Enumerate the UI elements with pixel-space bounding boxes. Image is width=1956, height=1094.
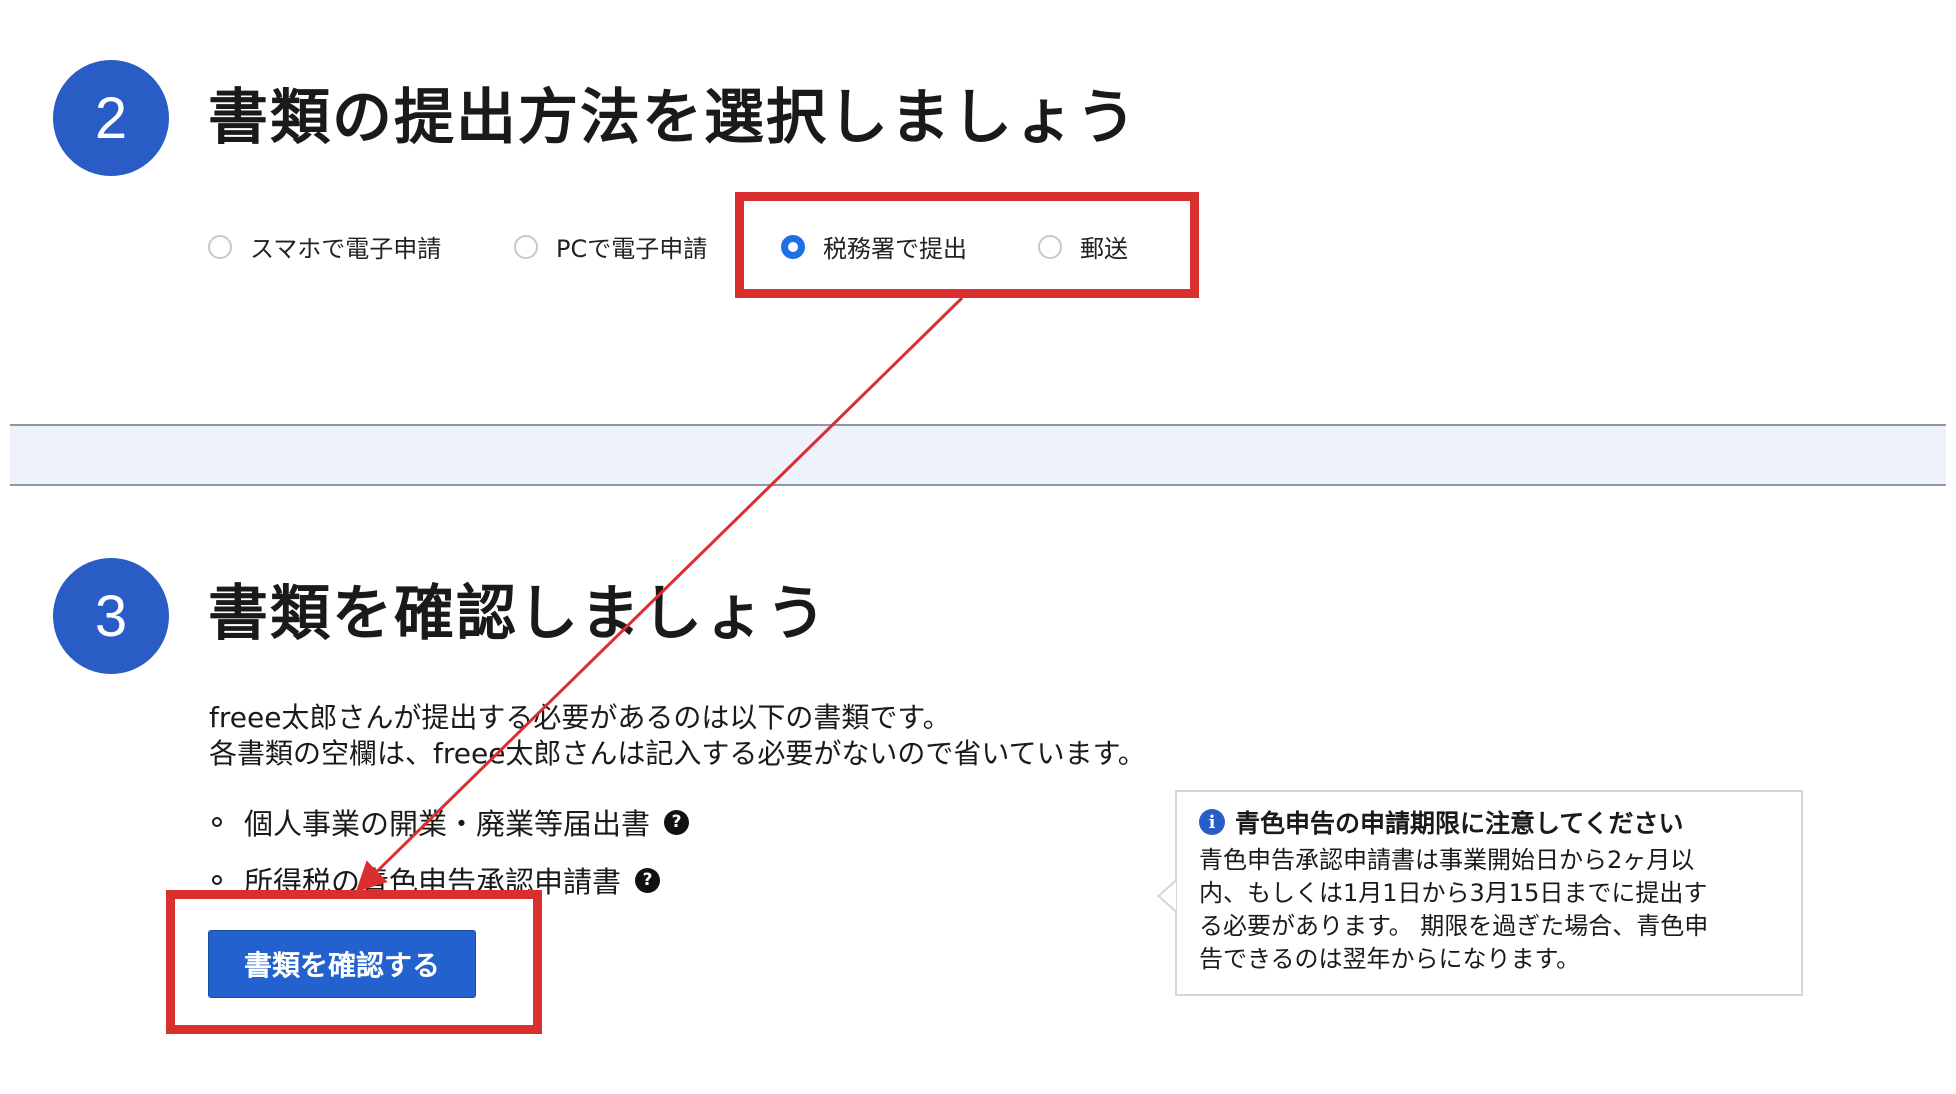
documents-description-line-1: freee太郎さんが提出する必要があるのは以下の書類です。 bbox=[209, 701, 951, 734]
bullet-icon bbox=[212, 817, 222, 827]
highlight-box-confirm-button bbox=[166, 890, 542, 1034]
step-3-number: 3 bbox=[94, 583, 128, 649]
notice-body: 青色申告承認申請書は事業開始日から2ヶ月以 内、もしくは1月1日から3月15日ま… bbox=[1199, 846, 1709, 973]
radio-label-smartphone: スマホで電子申請 bbox=[250, 235, 442, 263]
notice-title-row: i 青色申告の申請期限に注意してください bbox=[1199, 804, 1781, 840]
document-item: 個人事業の開業・廃業等届出書 ? bbox=[212, 801, 690, 843]
step-3-title: 書類を確認しましょう bbox=[208, 579, 828, 649]
radio-circle-pc[interactable] bbox=[514, 234, 538, 259]
step-3-badge: 3 bbox=[53, 558, 169, 674]
notice-title: 青色申告の申請期限に注意してください bbox=[1235, 809, 1684, 838]
documents-description-line-2: 各書類の空欄は、freee太郎さんは記入する必要がないので省いています。 bbox=[209, 737, 1146, 770]
radio-option-smartphone[interactable]: スマホで電子申請 bbox=[208, 229, 441, 264]
section-divider bbox=[10, 424, 1946, 486]
radio-option-pc[interactable]: PCで電子申請 bbox=[514, 229, 707, 264]
step-2-title: 書類の提出方法を選択しましょう bbox=[208, 83, 1138, 153]
highlight-box-submission-method bbox=[735, 192, 1199, 298]
blue-return-deadline-notice: i 青色申告の申請期限に注意してください 青色申告承認申請書は事業開始日から2ヶ… bbox=[1175, 790, 1803, 996]
info-box-pointer-fill bbox=[1160, 882, 1176, 910]
help-icon[interactable]: ? bbox=[664, 809, 690, 835]
documents-description: freee太郎さんが提出する必要があるのは以下の書類です。 各書類の空欄は、fr… bbox=[209, 700, 1146, 772]
radio-label-pc: PCで電子申請 bbox=[556, 235, 708, 263]
help-icon[interactable]: ? bbox=[635, 867, 661, 893]
info-icon: i bbox=[1199, 809, 1225, 835]
radio-circle-smartphone[interactable] bbox=[208, 234, 232, 259]
step-2-number: 2 bbox=[94, 85, 128, 151]
document-item-label: 個人事業の開業・廃業等届出書 bbox=[244, 807, 651, 841]
step-2-badge: 2 bbox=[53, 60, 169, 176]
bullet-icon bbox=[212, 875, 222, 885]
